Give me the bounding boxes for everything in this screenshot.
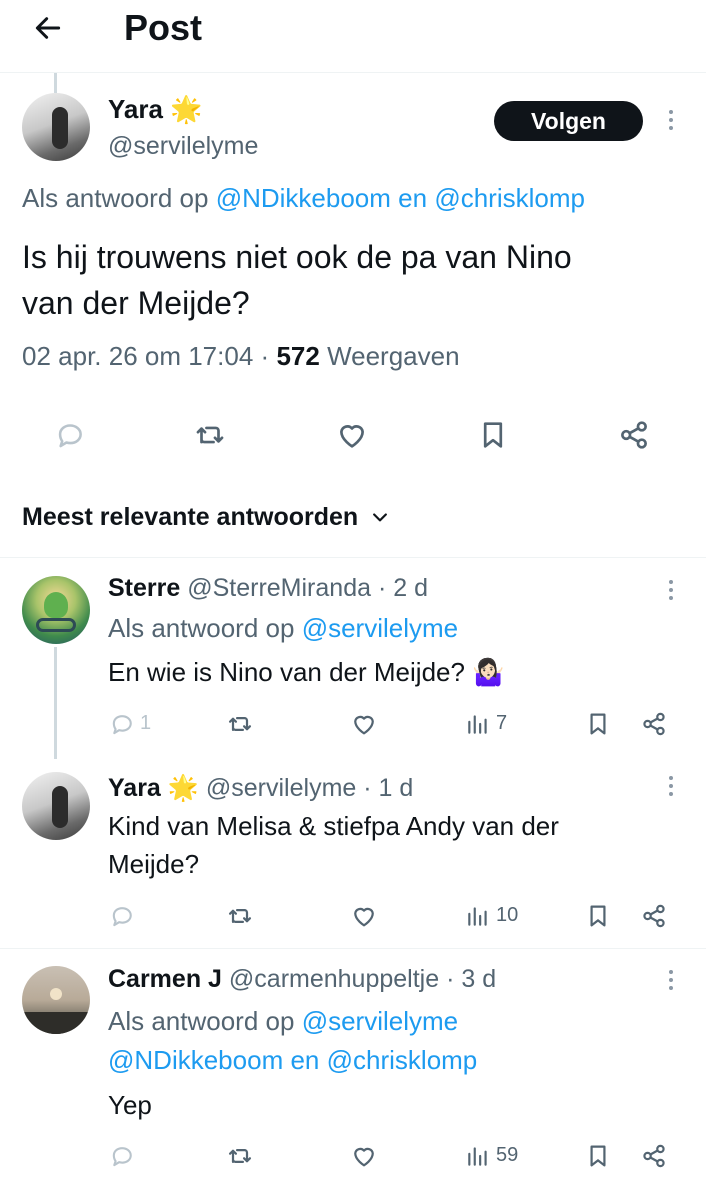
back-arrow-icon[interactable] xyxy=(28,8,68,48)
views-label: Weergaven xyxy=(327,341,460,371)
share-icon[interactable] xyxy=(614,415,654,455)
author-handle[interactable]: @servilelyme xyxy=(108,130,258,162)
post-meta: 02 apr. 26 om 17:04 · 572 Weergaven xyxy=(22,341,460,371)
avatar[interactable] xyxy=(22,966,90,1034)
mention-and: en xyxy=(290,1045,320,1075)
share-icon[interactable] xyxy=(638,900,670,932)
reply-header: Yara 🌟 @servilelyme · 1 d xyxy=(108,771,413,805)
like-icon[interactable] xyxy=(348,708,380,740)
reply-text: En wie is Nino van der Meijde? 🤷🏻‍♀️ xyxy=(108,657,505,687)
avatar[interactable] xyxy=(22,576,90,644)
like-icon[interactable] xyxy=(348,900,380,932)
bookmark-icon[interactable] xyxy=(473,415,513,455)
star-emoji: 🌟 xyxy=(167,774,199,802)
repost-icon[interactable] xyxy=(190,415,230,455)
bike-figure xyxy=(36,618,76,632)
post-age[interactable]: · 2 d xyxy=(378,574,428,602)
post-age[interactable]: · 1 d xyxy=(363,774,413,802)
reply-divider xyxy=(0,948,706,949)
more-options-icon[interactable] xyxy=(668,110,674,130)
reply-context: Als antwoord op @NDikkeboom en @chrisklo… xyxy=(22,183,585,213)
author-name[interactable]: Sterre xyxy=(108,574,180,602)
mention-servilelyme[interactable]: @servilelyme xyxy=(302,613,458,643)
post-text: Is hij trouwens niet ook de pa van Nino … xyxy=(22,239,572,321)
views-count: 7 xyxy=(496,712,508,734)
avatar-figure xyxy=(52,786,68,828)
mention-ndikkeboom[interactable]: @NDikkeboom xyxy=(216,183,391,213)
share-icon[interactable] xyxy=(638,708,670,740)
like-icon[interactable] xyxy=(348,1140,380,1172)
like-icon[interactable] xyxy=(332,415,372,455)
chevron-down-icon xyxy=(370,507,390,527)
more-options-icon[interactable] xyxy=(668,776,674,796)
repost-icon[interactable] xyxy=(224,1140,256,1172)
reply-text: Kind van Melisa & stiefpa Andy van der M… xyxy=(108,811,559,879)
reply-icon[interactable] xyxy=(106,900,138,932)
mention-servilelyme[interactable]: @servilelyme xyxy=(302,1006,458,1036)
mention-chrisklomp[interactable]: @chrisklomp xyxy=(434,183,585,213)
author-name[interactable]: Yara 🌟 xyxy=(108,774,199,802)
reply-icon[interactable] xyxy=(106,708,138,740)
views-icon[interactable] xyxy=(463,708,493,740)
author-handle[interactable]: @SterreMiranda xyxy=(187,574,371,602)
avatar-figure xyxy=(52,107,68,149)
sun-figure xyxy=(50,988,62,1000)
avatar[interactable] xyxy=(22,93,90,161)
reply-context: Als antwoord op @servilelyme xyxy=(108,613,459,643)
repost-icon[interactable] xyxy=(224,900,256,932)
author-name[interactable]: Yara 🌟 xyxy=(108,92,203,126)
more-options-icon[interactable] xyxy=(668,580,674,600)
repost-icon[interactable] xyxy=(224,708,256,740)
more-options-icon[interactable] xyxy=(668,970,674,990)
horizon-figure xyxy=(22,1012,90,1034)
reply-icon[interactable] xyxy=(106,1140,138,1172)
thread-line-top xyxy=(54,73,57,93)
page-title: Post xyxy=(124,7,203,48)
views-count: 572 xyxy=(276,341,320,371)
sort-label: Meest relevante antwoorden xyxy=(22,503,359,531)
timestamp[interactable]: 02 apr. 26 om 17:04 xyxy=(22,341,253,371)
avatar[interactable] xyxy=(22,772,90,840)
star-emoji: 🌟 xyxy=(170,94,203,124)
bookmark-icon[interactable] xyxy=(582,1140,614,1172)
reply-count: 1 xyxy=(140,712,152,734)
post-age[interactable]: · 3 d xyxy=(446,965,496,993)
bookmark-icon[interactable] xyxy=(582,708,614,740)
mention-and: en xyxy=(398,183,428,213)
reply-header: Carmen J @carmenhuppeltje · 3 d xyxy=(108,962,496,996)
mention-ndikkeboom[interactable]: @NDikkeboom xyxy=(108,1045,283,1075)
reply-text: Yep xyxy=(108,1090,152,1120)
views-count: 10 xyxy=(496,904,519,926)
frog-figure xyxy=(44,592,68,618)
views-count: 59 xyxy=(496,1144,519,1166)
bookmark-icon[interactable] xyxy=(582,900,614,932)
follow-button[interactable]: Volgen xyxy=(494,101,643,141)
author-handle[interactable]: @servilelyme xyxy=(206,774,356,802)
reply-icon[interactable] xyxy=(50,415,90,455)
sort-dropdown[interactable]: Meest relevante antwoorden xyxy=(22,500,390,534)
reply-context: Als antwoord op @servilelyme @NDikkeboom… xyxy=(108,1006,478,1075)
author-handle[interactable]: @carmenhuppeltje xyxy=(229,965,439,993)
reply-header: Sterre @SterreMiranda · 2 d xyxy=(108,571,428,605)
author-name[interactable]: Carmen J xyxy=(108,965,222,993)
views-icon[interactable] xyxy=(463,900,493,932)
header-divider xyxy=(0,72,706,73)
mention-chrisklomp[interactable]: @chrisklomp xyxy=(327,1045,478,1075)
thread-line-reply xyxy=(54,647,57,759)
views-icon[interactable] xyxy=(463,1140,493,1172)
sort-divider xyxy=(0,557,706,558)
share-icon[interactable] xyxy=(638,1140,670,1172)
